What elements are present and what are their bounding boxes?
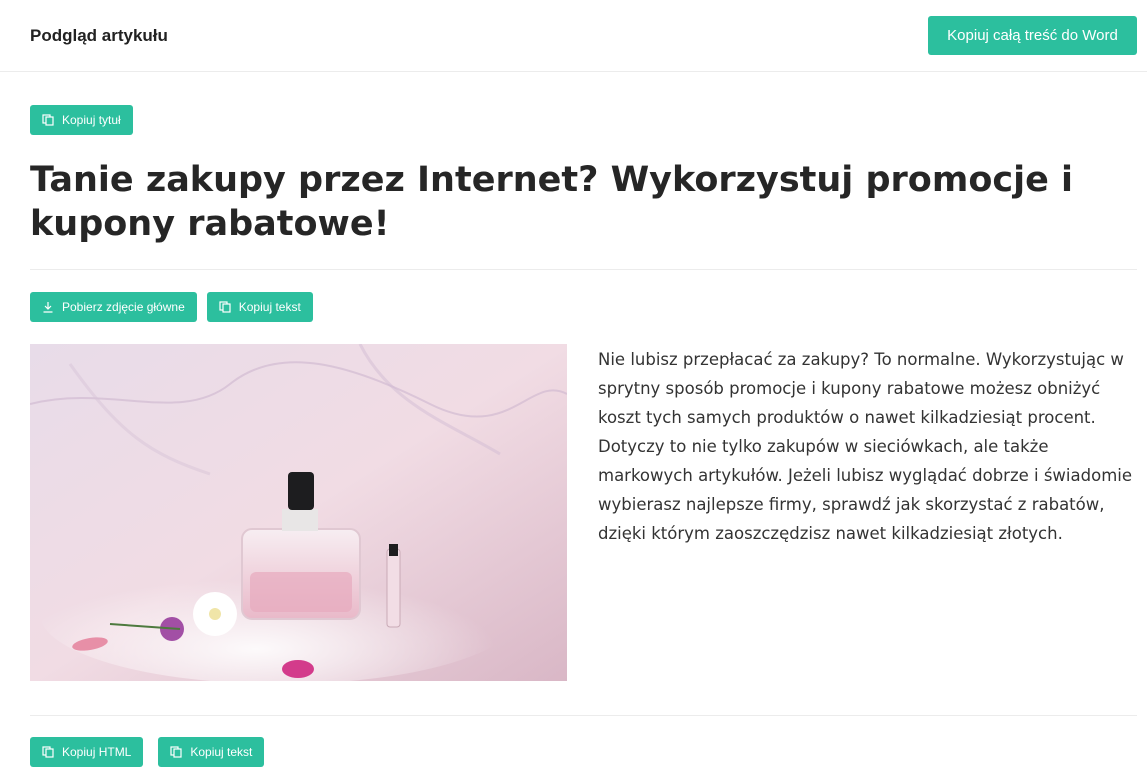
- header-bar: Podgląd artykułu Kopiuj całą treść do Wo…: [0, 0, 1147, 72]
- divider: [30, 269, 1137, 270]
- copy-to-word-button[interactable]: Kopiuj całą treść do Word: [928, 16, 1137, 55]
- copy-text-bottom-label: Kopiuj tekst: [190, 745, 253, 759]
- copy-icon: [219, 301, 231, 313]
- copy-icon: [170, 746, 182, 758]
- download-image-button[interactable]: Pobierz zdjęcie główne: [30, 292, 197, 322]
- divider: [30, 715, 1137, 716]
- bottom-actions: Kopiuj HTML Kopiuj tekst: [30, 737, 265, 767]
- copy-title-label: Kopiuj tytuł: [62, 113, 121, 127]
- download-icon: [42, 301, 54, 313]
- copy-icon: [42, 746, 54, 758]
- copy-title-button[interactable]: Kopiuj tytuł: [30, 105, 133, 135]
- download-image-label: Pobierz zdjęcie główne: [62, 300, 185, 314]
- page-title: Podgląd artykułu: [30, 26, 168, 45]
- hero-image-perfume: [30, 344, 567, 681]
- article-lead: Nie lubisz przepłacać za zakupy? To norm…: [598, 350, 1133, 543]
- copy-html-label: Kopiuj HTML: [62, 745, 132, 759]
- copy-text-bottom-button[interactable]: Kopiuj tekst: [158, 737, 265, 767]
- copy-text-label: Kopiuj tekst: [238, 300, 301, 314]
- article-preview-page: Podgląd artykułu Kopiuj całą treść do Wo…: [0, 0, 1147, 779]
- copy-text-button[interactable]: Kopiuj tekst: [206, 292, 313, 322]
- image-actions: Pobierz zdjęcie główne Kopiuj tekst: [30, 292, 313, 322]
- article-title: Tanie zakupy przez Internet? Wykorzystuj…: [30, 160, 1074, 244]
- copy-icon: [42, 114, 54, 126]
- copy-html-button[interactable]: Kopiuj HTML: [30, 737, 144, 767]
